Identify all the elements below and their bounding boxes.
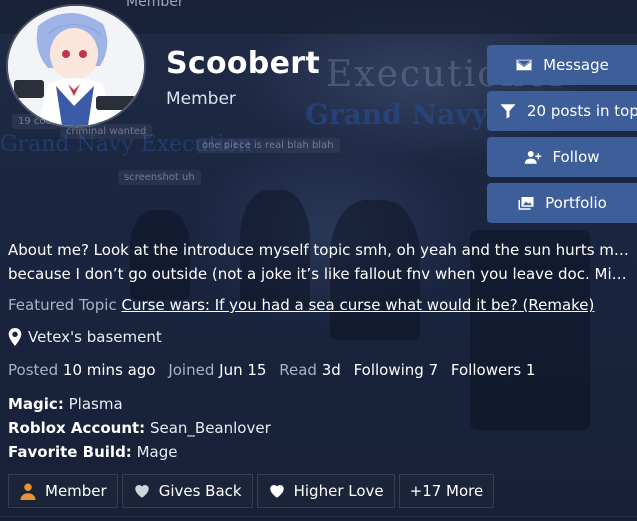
badge-member[interactable]: Member xyxy=(8,474,118,508)
badge-label: +17 More xyxy=(409,482,484,500)
field-magic: Magic: Plasma xyxy=(8,392,271,416)
following-link[interactable]: Following 7 xyxy=(354,361,439,379)
message-button[interactable]: Message xyxy=(487,45,637,85)
badge-label: Higher Love xyxy=(293,482,384,500)
badge-gives-back[interactable]: Gives Back xyxy=(121,474,253,508)
about-me-line: because I don’t go outside (not a joke i… xyxy=(8,265,630,283)
background-chip: one piece is real blah blah xyxy=(196,138,340,153)
featured-topic: Featured Topic Curse wars: If you had a … xyxy=(8,296,594,314)
about-me: About me? Look at the introduce myself t… xyxy=(8,238,630,286)
profile-role: Member xyxy=(166,89,236,109)
field-value: Sean_Beanlover xyxy=(149,419,271,437)
portfolio-button-label: Portfolio xyxy=(545,194,607,212)
user-icon xyxy=(20,483,36,500)
avatar-image xyxy=(8,6,144,126)
follow-button[interactable]: Follow xyxy=(487,137,637,177)
follow-button-label: Follow xyxy=(552,148,600,166)
custom-fields: Magic: Plasma Roblox Account: Sean_Beanl… xyxy=(8,392,271,464)
breadcrumb[interactable]: Member xyxy=(126,0,184,10)
posted-value: 10 mins ago xyxy=(62,361,156,379)
filter-icon xyxy=(500,104,516,119)
portfolio-button[interactable]: Portfolio xyxy=(487,183,637,223)
field-value: Plasma xyxy=(68,395,123,413)
more-badges-button[interactable]: +17 More xyxy=(398,474,495,508)
featured-topic-link[interactable]: Curse wars: If you had a sea curse what … xyxy=(121,296,594,314)
posts-in-topic-button[interactable]: 20 posts in topic xyxy=(487,91,637,131)
read-label: Read xyxy=(279,361,317,379)
background-chip: criminal wanted xyxy=(60,124,153,139)
divider xyxy=(0,516,637,517)
badge-label: Member xyxy=(45,482,107,500)
field-value: Mage xyxy=(136,443,178,461)
about-me-line: About me? Look at the introduce myself t… xyxy=(8,241,630,259)
images-icon xyxy=(518,197,534,210)
badge-list: Member Gives Back Higher Love +17 More xyxy=(8,474,495,508)
user-plus-icon xyxy=(525,151,542,164)
field-label: Magic: xyxy=(8,395,64,413)
message-button-label: Message xyxy=(543,56,609,74)
profile-actions: Message 20 posts in topic Follow Portfol… xyxy=(487,45,637,229)
field-roblox-account: Roblox Account: Sean_Beanlover xyxy=(8,416,271,440)
posted-label: Posted xyxy=(8,361,59,379)
heart-icon xyxy=(134,485,149,498)
field-label: Roblox Account: xyxy=(8,419,146,437)
read-value: 3d xyxy=(321,361,341,379)
posts-in-topic-label: 20 posts in topic xyxy=(527,102,637,120)
envelope-icon xyxy=(516,59,532,71)
background-chip: screenshot uh xyxy=(118,170,201,185)
field-label: Favorite Build: xyxy=(8,443,132,461)
avatar[interactable] xyxy=(8,6,144,126)
field-favorite-build: Favorite Build: Mage xyxy=(8,440,271,464)
joined-value: Jun 15 xyxy=(219,361,267,379)
map-pin-icon xyxy=(8,328,22,346)
profile-name: Scoobert xyxy=(166,46,320,81)
location-text: Vetex's basement xyxy=(28,328,162,346)
followers-link[interactable]: Followers 1 xyxy=(451,361,536,379)
featured-topic-label: Featured Topic xyxy=(8,296,117,314)
badge-higher-love[interactable]: Higher Love xyxy=(256,474,395,508)
profile-stats: Posted 10 mins ago Joined Jun 15 Read 3d… xyxy=(8,361,543,379)
heart-icon xyxy=(269,485,284,498)
location: Vetex's basement xyxy=(8,328,162,346)
badge-label: Gives Back xyxy=(158,482,242,500)
joined-label: Joined xyxy=(168,361,215,379)
